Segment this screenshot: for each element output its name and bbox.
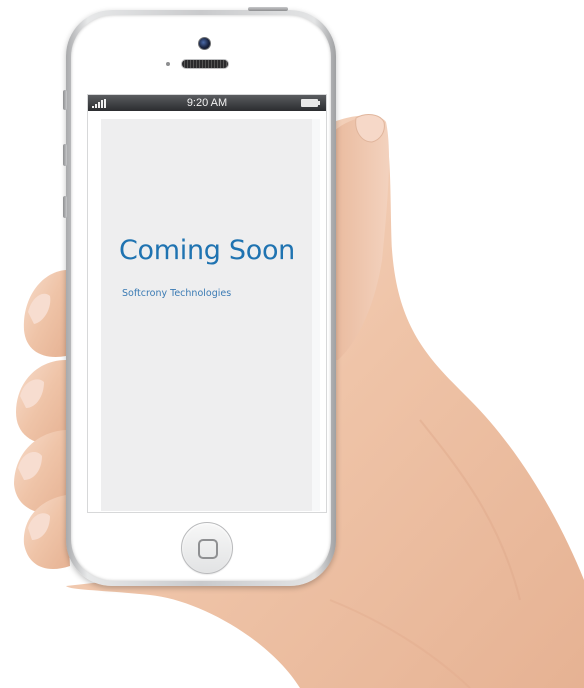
phone-face: 9:20 AM Coming Soon Softcrony Technologi… [71, 15, 331, 581]
battery-icon [301, 99, 320, 107]
coming-soon-heading: Coming Soon [119, 235, 295, 266]
mute-switch [63, 90, 67, 110]
company-name: Softcrony Technologies [122, 288, 232, 299]
power-button [248, 7, 288, 11]
front-camera-icon [198, 37, 211, 50]
proximity-sensor [166, 62, 170, 66]
home-button-icon [198, 539, 218, 559]
smartphone: 9:20 AM Coming Soon Softcrony Technologi… [63, 7, 336, 586]
photo-stage: 9:20 AM Coming Soon Softcrony Technologi… [0, 0, 584, 688]
home-button[interactable] [181, 522, 233, 574]
phone-screen: 9:20 AM Coming Soon Softcrony Technologi… [87, 94, 327, 513]
content-scroll-strip [312, 119, 320, 511]
content-panel [101, 119, 312, 511]
status-bar: 9:20 AM [88, 95, 326, 111]
volume-up-button [63, 144, 67, 166]
earpiece-speaker [181, 59, 229, 69]
volume-down-button [63, 196, 67, 218]
status-time: 9:20 AM [186, 97, 228, 109]
